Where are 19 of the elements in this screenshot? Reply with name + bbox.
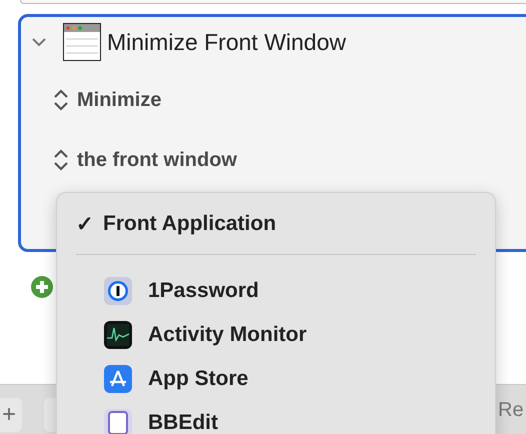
up-down-arrows-icon xyxy=(53,89,69,111)
app-store-icon xyxy=(103,364,133,394)
add-icon[interactable] xyxy=(30,275,54,299)
menu-item-label: Front Application xyxy=(103,212,276,236)
window-icon xyxy=(63,23,101,61)
menu-item[interactable]: 1Password xyxy=(57,269,495,313)
menu-item[interactable]: Activity Monitor xyxy=(57,313,495,357)
action-title: Minimize Front Window xyxy=(107,28,346,56)
menu-item[interactable]: App Store xyxy=(57,357,495,401)
popup-selector[interactable]: Minimize xyxy=(53,85,526,115)
menu-item[interactable]: ✓ Front Application xyxy=(57,207,495,241)
checkmark: ✓ xyxy=(76,212,95,236)
menu-item[interactable]: BBEdit xyxy=(57,401,495,434)
graph-monitor-icon xyxy=(103,320,133,350)
up-down-arrows-icon xyxy=(53,149,69,171)
keyhole-icon xyxy=(103,276,133,306)
popup-selector[interactable]: the front window xyxy=(53,145,526,175)
chevron-down-icon[interactable] xyxy=(31,37,47,47)
add-button[interactable]: + xyxy=(0,398,22,432)
